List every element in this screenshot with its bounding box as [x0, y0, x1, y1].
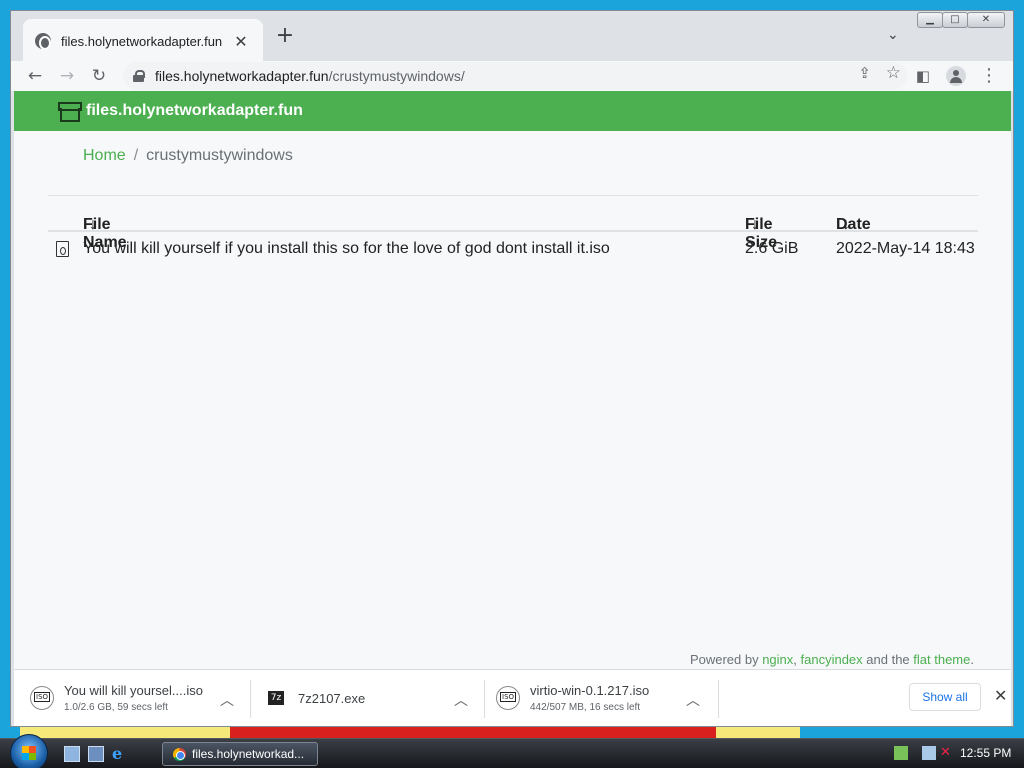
download-item[interactable]: virtio-win-0.1.217.iso 442/507 MB, 16 se…: [496, 678, 649, 718]
download-item[interactable]: You will kill yoursel....iso 1.0/2.6 GB,…: [30, 678, 203, 718]
download-item[interactable]: 7z 7z2107.exe: [268, 678, 365, 718]
flat-theme-link[interactable]: flat theme: [913, 652, 970, 667]
chrome-icon: [173, 747, 186, 761]
show-desktop-icon[interactable]: [64, 746, 80, 762]
download-divider: [718, 680, 719, 718]
disc-file-icon: [56, 241, 69, 257]
browser-toolbar: ← → ↻ files.holynetworkadapter.fun/crust…: [11, 61, 1013, 91]
tab-active[interactable]: files.holynetworkadapter.fun ✕: [23, 19, 263, 63]
url-host: files.holynetworkadapter.fun: [155, 68, 329, 84]
switch-windows-icon[interactable]: [88, 746, 104, 762]
close-shelf-icon[interactable]: ✕: [994, 686, 1007, 705]
volume-muted-icon[interactable]: ✕: [940, 746, 954, 760]
taskbar-button-label: files.holynetworkad...: [192, 747, 305, 761]
file-date: 2022-May-14 18:43: [836, 240, 975, 257]
download-options-chevron-up-icon[interactable]: ︿: [220, 690, 234, 710]
url-path: /crustymustywindows/: [328, 68, 465, 84]
site-title-link[interactable]: files.holynetworkadapter.fun: [86, 102, 303, 120]
download-filename: 7z2107.exe: [298, 690, 366, 706]
download-filename: You will kill yoursel....iso: [64, 683, 203, 698]
footer-text: .: [970, 652, 974, 667]
profile-avatar-icon[interactable]: [943, 64, 967, 88]
7zip-icon: 7z: [268, 691, 284, 705]
download-status: 1.0/2.6 GB, 59 secs left: [64, 702, 168, 713]
kebab-menu-icon[interactable]: ⋮: [977, 64, 1001, 88]
site-header: files.holynetworkadapter.fun: [14, 91, 1011, 131]
footer-credit: Powered by nginx, fancyindex and the fla…: [690, 652, 974, 667]
address-bar[interactable]: files.holynetworkadapter.fun/crustymusty…: [123, 62, 907, 90]
iso-disc-icon: [30, 686, 54, 710]
wallpaper-yellow-band: [20, 727, 230, 738]
wallpaper-red-band: [230, 727, 716, 738]
file-name-link[interactable]: You will kill yourself if you install th…: [83, 240, 610, 258]
close-window-button[interactable]: ✕: [967, 12, 1005, 28]
share-icon[interactable]: ⇪: [858, 64, 871, 82]
minimize-button[interactable]: ▁: [917, 12, 943, 28]
show-all-downloads-button[interactable]: Show all: [909, 683, 981, 711]
footer-text: ,: [793, 652, 801, 667]
back-arrow-icon[interactable]: ←: [23, 64, 47, 88]
table-header-row: File Name ↓ File Size ↓ Date ↓: [48, 196, 978, 251]
taskbar-chrome-button[interactable]: files.holynetworkad...: [162, 742, 318, 766]
file-listing-table: File Name ↓ File Size ↓ Date ↓ You will kil…: [48, 195, 978, 266]
maximize-button[interactable]: □: [942, 12, 968, 28]
tab-search-chevron-icon[interactable]: ⌄: [887, 27, 899, 43]
breadcrumb-separator: /: [133, 147, 139, 164]
internet-explorer-icon[interactable]: e: [112, 746, 128, 762]
tab-title: files.holynetworkadapter.fun: [61, 33, 223, 49]
lock-icon[interactable]: [133, 70, 145, 82]
download-options-chevron-up-icon[interactable]: ︿: [454, 690, 468, 710]
globe-favicon-icon: [35, 33, 51, 50]
file-size: 2.6 GiB: [745, 240, 799, 257]
tab-strip: files.holynetworkadapter.fun ✕ + ⌄ ▁ □ ✕: [11, 11, 1013, 63]
nginx-link[interactable]: nginx: [762, 652, 793, 667]
side-panel-icon[interactable]: ◧: [911, 64, 935, 88]
system-clock[interactable]: 12:55 PM: [960, 746, 1011, 760]
forward-arrow-icon[interactable]: →: [55, 64, 79, 88]
start-button[interactable]: [10, 734, 48, 768]
wallpaper-yellow-band-2: [716, 727, 800, 738]
reload-icon[interactable]: ↻: [87, 64, 111, 88]
download-filename: virtio-win-0.1.217.iso: [530, 683, 650, 698]
page-viewport: files.holynetworkadapter.fun Home / crusty…: [14, 91, 1011, 669]
fancyindex-link[interactable]: fancyindex: [801, 652, 863, 667]
bookmark-star-icon[interactable]: ☆: [886, 63, 901, 83]
browser-window: files.holynetworkadapter.fun ✕ + ⌄ ▁ □ ✕…: [10, 10, 1014, 727]
tab-close-icon[interactable]: ✕: [231, 32, 251, 51]
download-status: 442/507 MB, 16 secs left: [530, 702, 641, 713]
download-divider: [250, 680, 251, 718]
breadcrumb: Home / crustymustywindows: [83, 147, 293, 165]
breadcrumb-home-link[interactable]: Home: [83, 147, 126, 164]
table-row: You will kill yourself if you install th…: [48, 232, 978, 266]
download-options-chevron-up-icon[interactable]: ︿: [686, 690, 700, 710]
new-tab-button[interactable]: +: [273, 25, 297, 49]
download-shelf: You will kill yoursel....iso 1.0/2.6 GB,…: [14, 669, 1011, 726]
breadcrumb-current: crustymustywindows: [146, 147, 293, 164]
iso-disc-icon: [496, 686, 520, 710]
taskbar: e files.holynetworkad... ✕ 12:55 PM: [0, 734, 1024, 768]
download-divider: [484, 680, 485, 718]
network-tray-icon[interactable]: [894, 746, 908, 760]
display-tray-icon[interactable]: [922, 746, 936, 760]
footer-text: Powered by: [689, 652, 763, 667]
footer-text: and the: [862, 652, 914, 667]
archive-box-icon: [58, 102, 82, 122]
